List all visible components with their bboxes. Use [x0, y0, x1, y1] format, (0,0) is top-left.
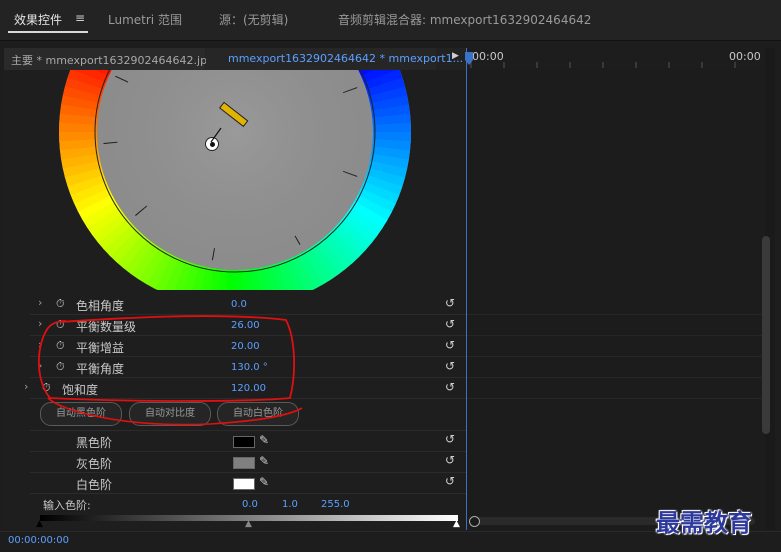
sequence-clip-tab[interactable]: mmexport1632902464642 * mmexport1...	[206, 48, 463, 70]
tab-effect-controls[interactable]: 效果控件	[14, 11, 62, 28]
sequence-clip-label: mmexport1632902464642 * mmexport1...	[228, 52, 464, 65]
balance-angle-indicator[interactable]	[205, 100, 255, 150]
reset-icon[interactable]: ↺	[445, 359, 455, 373]
stopwatch-icon[interactable]: ⏱	[42, 381, 51, 395]
playhead-line	[466, 48, 467, 530]
stopwatch-icon[interactable]: ⏱	[56, 360, 65, 374]
property-hue-angle-value[interactable]: 0.0	[231, 299, 247, 310]
black-level-label: 黑色阶	[76, 436, 113, 450]
stopwatch-icon[interactable]: ⏱	[56, 318, 65, 332]
active-tab-underline	[8, 31, 88, 33]
gray-point-slider[interactable]: ▲	[245, 519, 252, 529]
input-levels-label: 输入色阶:	[43, 499, 91, 512]
reset-icon[interactable]: ↺	[445, 453, 455, 467]
property-balance-angle-label: 平衡角度	[76, 362, 125, 376]
expand-chevron-icon[interactable]: ›	[38, 296, 42, 309]
master-clip-tab[interactable]: 主要 * mmexport1632902464642.jpg	[4, 48, 214, 70]
black-point-slider[interactable]: ▲	[36, 519, 43, 529]
tab-lumetri-scopes[interactable]: Lumetri 范围	[108, 11, 182, 28]
property-balance-angle-value[interactable]: 130.0 °	[231, 362, 268, 373]
property-saturation-value[interactable]: 120.00	[231, 383, 266, 394]
white-point-slider[interactable]: ▲	[453, 519, 460, 529]
expand-chevron-icon[interactable]: ›	[38, 317, 42, 330]
timecode-display[interactable]: 00:00:00:00	[8, 535, 69, 546]
tab-source[interactable]: 源：(无剪辑)	[219, 11, 288, 28]
timeline-ruler	[470, 62, 736, 68]
input-level-low[interactable]: 0.0	[242, 499, 258, 510]
property-balance-magnitude-value[interactable]: 26.00	[231, 320, 260, 331]
eyedropper-icon[interactable]: ✎	[259, 475, 269, 489]
property-saturation-label: 饱和度	[62, 383, 99, 397]
property-hue-angle-label: 色相角度	[76, 299, 125, 313]
reset-icon[interactable]: ↺	[445, 380, 455, 394]
panel-tab-bar: 效果控件 ≡ Lumetri 范围 源：(无剪辑) 音频剪辑混合器: mmexp…	[0, 0, 781, 41]
scrollbar-thumb[interactable]	[762, 236, 770, 434]
gray-level-label: 灰色阶	[76, 457, 113, 471]
timeline-area	[467, 70, 767, 530]
stopwatch-icon[interactable]: ⏱	[56, 339, 65, 353]
eyedropper-icon[interactable]: ✎	[259, 433, 269, 447]
eyedropper-icon[interactable]: ✎	[259, 454, 269, 468]
watermark-logo: 最需教育	[656, 508, 752, 537]
input-level-high[interactable]: 255.0	[321, 499, 350, 510]
tab-audio-clip-mixer[interactable]: 音频剪辑混合器: mmexport1632902464642	[338, 11, 591, 28]
reset-icon[interactable]: ↺	[445, 296, 455, 310]
property-balance-magnitude-label: 平衡数量级	[76, 320, 137, 334]
input-level-mid[interactable]: 1.0	[282, 499, 298, 510]
master-clip-label: 主要 * mmexport1632902464642.jpg	[11, 54, 215, 67]
auto-black-level-button[interactable]: 自动黑色阶	[40, 402, 122, 426]
gray-level-swatch[interactable]	[233, 457, 255, 469]
black-level-swatch[interactable]	[233, 436, 255, 448]
property-balance-gain-label: 平衡增益	[76, 341, 125, 355]
expand-chevron-icon[interactable]: ›	[24, 380, 28, 393]
stopwatch-icon[interactable]: ⏱	[56, 297, 65, 311]
expand-chevron-icon[interactable]: ›	[38, 338, 42, 351]
panel-menu-icon[interactable]: ≡	[75, 11, 85, 25]
reset-icon[interactable]: ↺	[445, 432, 455, 446]
auto-white-level-button[interactable]: 自动白色阶	[217, 402, 299, 426]
reset-icon[interactable]: ↺	[445, 474, 455, 488]
expand-chevron-icon[interactable]: ›	[38, 359, 42, 372]
timeline-zoom-handle[interactable]	[469, 516, 480, 527]
auto-contrast-button[interactable]: 自动对比度	[129, 402, 211, 426]
property-balance-gain-value[interactable]: 20.00	[231, 341, 260, 352]
reset-icon[interactable]: ↺	[445, 338, 455, 352]
white-level-label: 白色阶	[76, 478, 113, 492]
play-triangle-icon[interactable]: ▶	[452, 51, 459, 61]
reset-icon[interactable]: ↺	[445, 317, 455, 331]
white-level-swatch[interactable]	[233, 478, 255, 490]
